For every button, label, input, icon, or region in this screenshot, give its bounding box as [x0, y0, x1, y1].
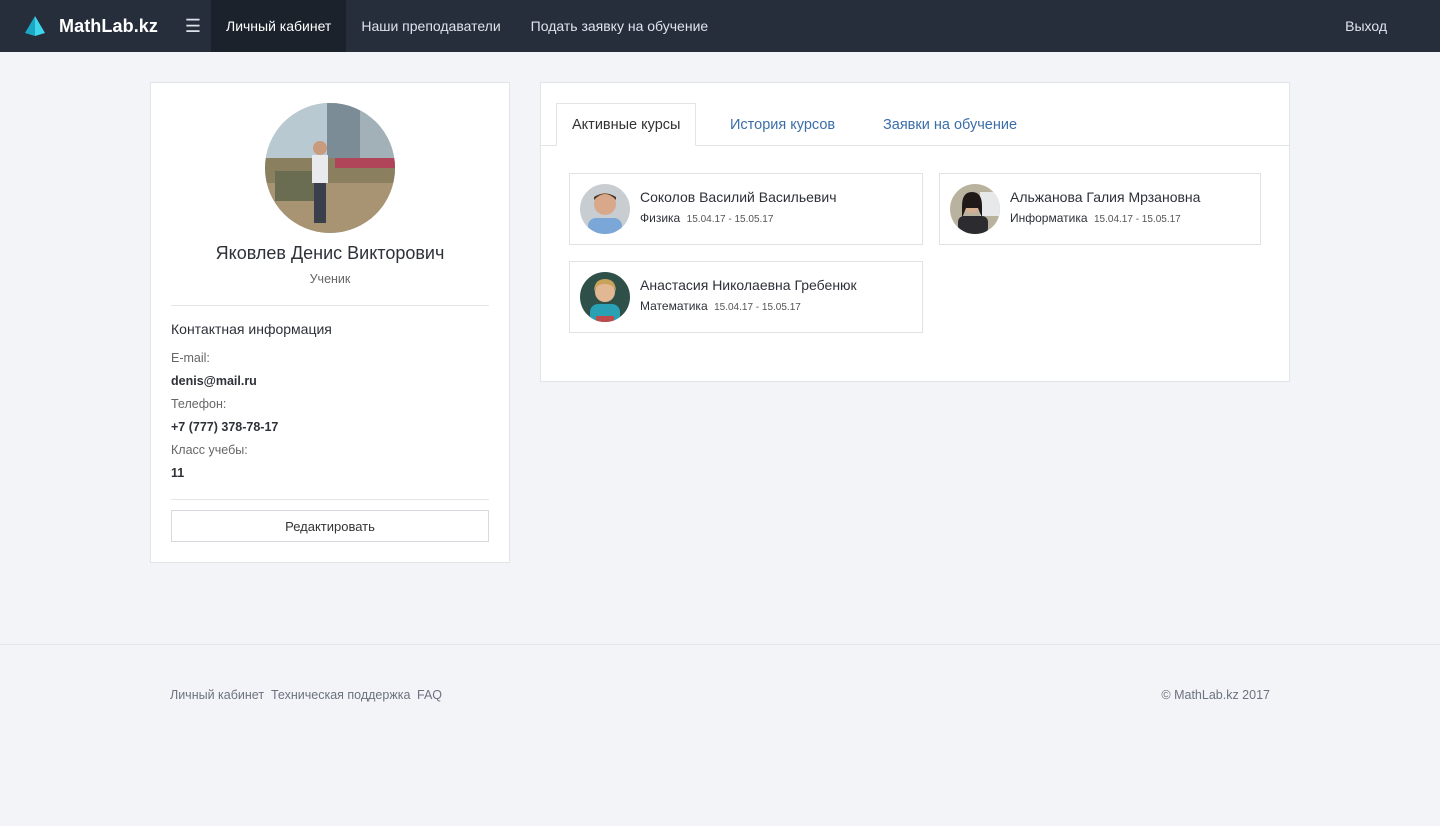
- tab-active-courses[interactable]: Активные курсы: [556, 103, 697, 146]
- teacher-avatar: [950, 184, 1000, 234]
- edit-profile-button[interactable]: Редактировать: [171, 510, 489, 542]
- brand-name: MathLab.kz: [59, 15, 159, 36]
- email-value: denis@mail.ru: [171, 374, 257, 388]
- brand[interactable]: MathLab.kz: [0, 0, 175, 52]
- phone-label: Телефон:: [171, 397, 227, 411]
- tab-course-history[interactable]: История курсов: [715, 103, 850, 146]
- nav-link-apply[interactable]: Подать заявку на обучение: [516, 0, 724, 52]
- course-dates: 15.04.17 - 15.05.17: [1093, 214, 1181, 225]
- footer-link-support[interactable]: Техническая поддержка: [271, 688, 410, 702]
- course-subject: Физика: [640, 211, 681, 225]
- footer-link-cabinet[interactable]: Личный кабинет: [170, 688, 264, 702]
- course-meta: Математика 15.04.17 - 15.05.17: [640, 297, 801, 315]
- footer-divider: [0, 644, 1440, 645]
- hamburger-menu-icon[interactable]: ☰: [175, 0, 211, 52]
- course-meta: Физика 15.04.17 - 15.05.17: [640, 209, 773, 227]
- course-card[interactable]: Соколов Василий Васильевич Физика 15.04.…: [569, 173, 923, 245]
- teacher-avatar: [580, 272, 630, 322]
- teacher-avatar: [580, 184, 630, 234]
- phone-value: +7 (777) 378-78-17: [171, 420, 279, 434]
- teacher-name: Соколов Василий Васильевич: [640, 189, 837, 205]
- footer-link-faq[interactable]: FAQ: [417, 688, 442, 702]
- nav-link-cabinet[interactable]: Личный кабинет: [211, 0, 347, 52]
- grade-value: 11: [171, 466, 185, 480]
- teacher-name: Альжанова Галия Мрзановна: [1010, 189, 1201, 205]
- divider: [171, 305, 489, 306]
- course-card[interactable]: Анастасия Николаевна Гребенюк Математика…: [569, 261, 923, 333]
- profile-name: Яковлев Денис Викторович: [215, 243, 445, 263]
- top-navbar: MathLab.kz ☰ Личный кабинет Наши препода…: [0, 0, 1440, 52]
- copyright: © MathLab.kz 2017: [1161, 688, 1270, 702]
- pyramid-logo-icon: [25, 16, 45, 36]
- divider: [171, 499, 489, 500]
- course-subject: Математика: [640, 299, 708, 313]
- logout-link[interactable]: Выход: [1330, 0, 1402, 52]
- course-dates: 15.04.17 - 15.05.17: [714, 302, 801, 313]
- teacher-name: Анастасия Николаевна Гребенюк: [640, 277, 857, 293]
- email-label: E-mail:: [171, 351, 210, 365]
- nav-link-teachers[interactable]: Наши преподаватели: [346, 0, 515, 52]
- profile-panel: Яковлев Денис Викторович Ученик Контактн…: [150, 82, 510, 563]
- course-meta: Информатика 15.04.17 - 15.05.17: [1010, 209, 1181, 227]
- course-card[interactable]: Альжанова Галия Мрзановна Информатика 15…: [939, 173, 1261, 245]
- course-subject: Информатика: [1010, 211, 1088, 225]
- courses-panel: Активные курсы История курсов Заявки на …: [540, 82, 1290, 382]
- course-dates: 15.04.17 - 15.05.17: [686, 214, 774, 225]
- contact-info-heading: Контактная информация: [171, 321, 332, 337]
- profile-role: Ученик: [309, 272, 351, 286]
- profile-avatar: [265, 103, 395, 233]
- grade-label: Класс учебы:: [171, 443, 248, 457]
- tab-applications[interactable]: Заявки на обучение: [868, 103, 1032, 146]
